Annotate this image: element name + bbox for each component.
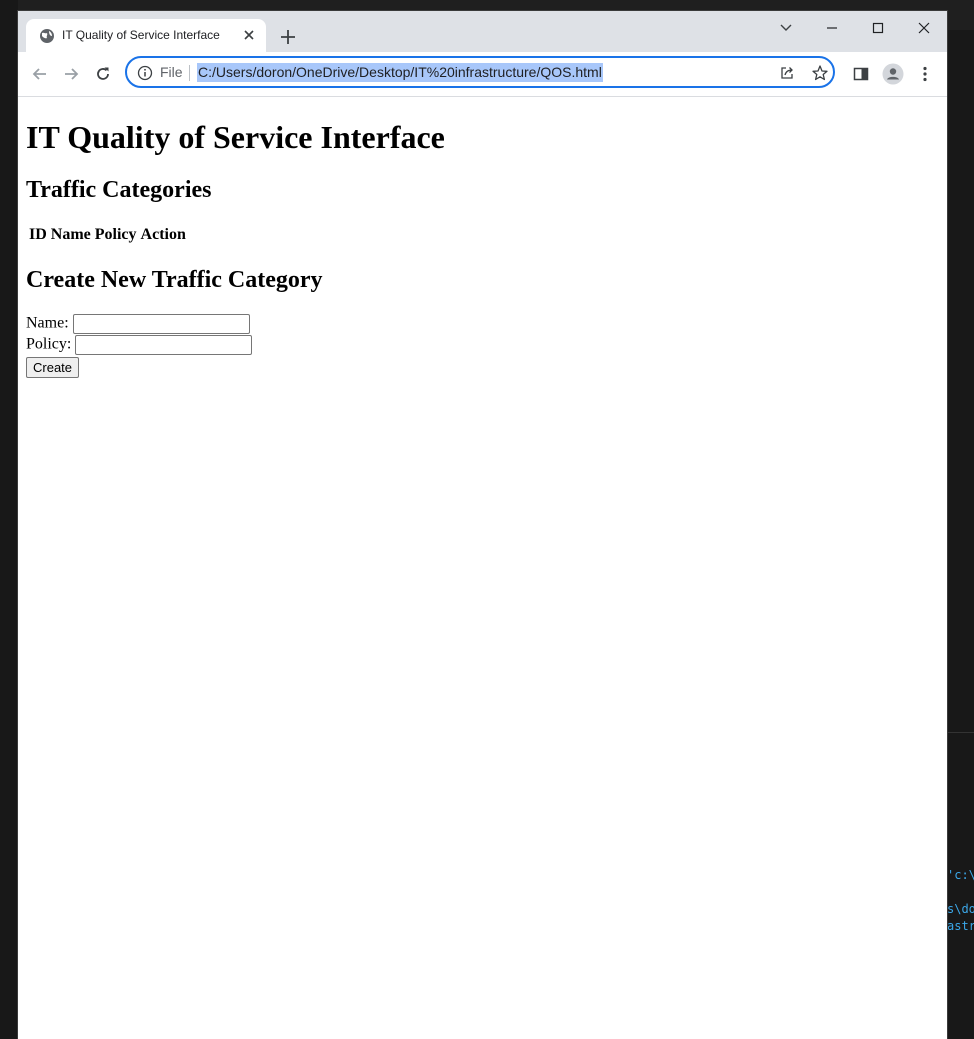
name-input[interactable] — [72, 314, 250, 334]
browser-tab[interactable]: IT Quality of Service Interface — [26, 19, 266, 52]
traffic-table-header: ID Name Policy Action — [29, 226, 190, 244]
scheme-divider — [189, 65, 190, 81]
url-text[interactable]: C:/Users/doron/OneDrive/Desktop/IT%20inf… — [197, 63, 603, 82]
table-header-name: Name — [50, 226, 91, 243]
background-terminal-line: s\dor — [947, 902, 974, 916]
page-content: IT Quality of Service Interface Traffic … — [18, 97, 947, 1039]
table-header-id: ID — [29, 226, 47, 243]
arrow-right-icon[interactable] — [61, 64, 81, 84]
chevron-down-icon[interactable] — [772, 17, 800, 39]
table-header-action: Action — [140, 226, 186, 243]
background-panel-divider — [947, 732, 974, 733]
profile-icon[interactable] — [882, 63, 904, 85]
background-panel — [947, 30, 974, 1039]
name-label: Name: — [26, 314, 69, 332]
tab-title: IT Quality of Service Interface — [62, 28, 220, 42]
minimize-icon[interactable] — [818, 17, 846, 39]
create-button[interactable]: Create — [26, 357, 80, 378]
reload-icon[interactable] — [93, 64, 113, 84]
kebab-menu-icon[interactable] — [915, 64, 935, 84]
close-icon[interactable] — [241, 27, 257, 43]
browser-window: IT Quality of Service Interface File C:/… — [18, 11, 947, 1039]
address-bar[interactable]: File C:/Users/doron/OneDrive/Desktop/IT%… — [125, 56, 835, 88]
table-header-policy: Policy — [94, 226, 137, 243]
name-row: Name: — [26, 314, 250, 334]
background-terminal-line: 'c:\U — [947, 868, 974, 882]
browser-toolbar: File C:/Users/doron/OneDrive/Desktop/IT%… — [18, 52, 947, 97]
maximize-icon[interactable] — [864, 17, 892, 39]
page-title: IT Quality of Service Interface — [26, 119, 445, 155]
info-icon[interactable] — [137, 65, 153, 81]
globe-icon — [40, 29, 54, 43]
background-terminal-line: astru — [947, 919, 974, 933]
traffic-categories-heading: Traffic Categories — [26, 177, 212, 203]
background-activity-bar — [0, 0, 18, 1039]
star-icon[interactable] — [811, 64, 829, 82]
policy-label: Policy: — [26, 335, 72, 353]
scheme-label: File — [160, 64, 183, 80]
arrow-left-icon[interactable] — [30, 64, 50, 84]
policy-row: Policy: — [26, 335, 253, 355]
plus-icon[interactable] — [277, 26, 299, 48]
browser-titlebar: IT Quality of Service Interface — [18, 11, 947, 52]
share-icon[interactable] — [779, 65, 795, 81]
create-category-heading: Create New Traffic Category — [26, 267, 323, 293]
policy-input[interactable] — [75, 335, 253, 355]
window-close-icon[interactable] — [910, 17, 938, 39]
side-panel-icon[interactable] — [851, 64, 871, 84]
